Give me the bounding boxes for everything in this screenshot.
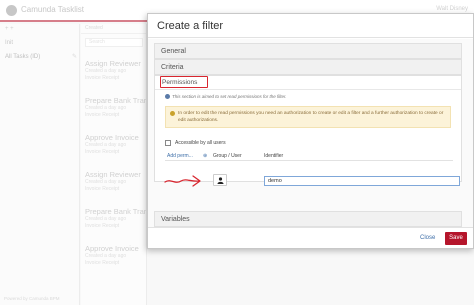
warning-text: In order to edit the read permissions yo… bbox=[178, 111, 444, 123]
variables-panel-title: Variables bbox=[161, 216, 190, 223]
group-user-column-header: Group / User bbox=[213, 153, 242, 159]
add-permission-dropdown-icon[interactable]: ⊕ bbox=[203, 153, 207, 159]
save-button[interactable]: Save bbox=[445, 232, 467, 245]
dialog-header: Create a filter bbox=[148, 14, 473, 38]
add-permission-link[interactable]: Add perm... bbox=[167, 153, 193, 159]
warning-alert: In order to edit the read permissions yo… bbox=[165, 106, 451, 128]
identifier-column-header: Identifier bbox=[264, 153, 284, 159]
identifier-input[interactable] bbox=[264, 176, 460, 186]
permissions-help: This section is aimed to set read permis… bbox=[165, 94, 287, 100]
variables-panel-header[interactable]: Variables bbox=[154, 211, 462, 227]
dialog-body: General Criteria Permissions This sectio… bbox=[148, 39, 473, 227]
accessible-by-all-checkbox[interactable] bbox=[165, 140, 171, 146]
warning-icon bbox=[170, 111, 175, 116]
permissions-panel-title: Permissions bbox=[162, 79, 198, 86]
annotation-arrow-icon bbox=[164, 175, 201, 187]
permissions-help-text: This section is aimed to set read permis… bbox=[172, 94, 287, 99]
criteria-panel-title: Criteria bbox=[161, 64, 184, 71]
general-panel-header[interactable]: General bbox=[154, 43, 462, 59]
dialog-footer: Close Save bbox=[148, 227, 473, 248]
info-icon bbox=[165, 94, 170, 100]
accessible-by-all-label: Accessible by all users bbox=[175, 140, 226, 146]
permissions-panel-header[interactable]: Permissions bbox=[160, 76, 208, 88]
divider bbox=[165, 160, 453, 161]
dialog-title: Create a filter bbox=[157, 20, 224, 32]
criteria-panel-header[interactable]: Criteria bbox=[154, 59, 462, 75]
user-icon bbox=[217, 177, 224, 184]
divider bbox=[155, 89, 461, 90]
create-filter-dialog: Create a filter General Criteria Permiss… bbox=[147, 13, 474, 249]
permissions-panel: Permissions This section is aimed to set… bbox=[154, 75, 462, 186]
close-button[interactable]: Close bbox=[420, 235, 435, 241]
user-type-toggle-button[interactable] bbox=[213, 174, 227, 186]
general-panel-title: General bbox=[161, 48, 186, 55]
